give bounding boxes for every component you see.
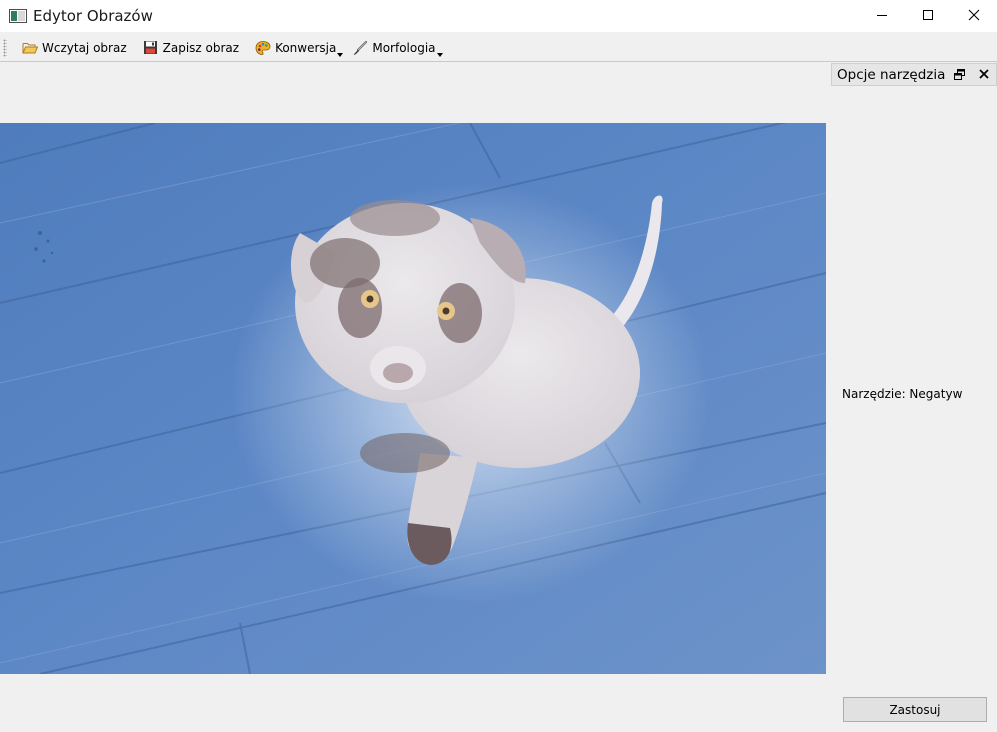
image-canvas[interactable] bbox=[0, 123, 826, 674]
main-toolbar: Wczytaj obraz Zapisz obraz Konwersja Mor… bbox=[0, 34, 997, 62]
dock-close-button[interactable] bbox=[978, 68, 990, 83]
float-window-icon bbox=[954, 69, 965, 80]
brush-icon bbox=[351, 40, 368, 56]
minimize-icon bbox=[877, 15, 887, 16]
current-tool-label: Narzędzie: Negatyw bbox=[842, 387, 963, 401]
window-controls bbox=[859, 0, 997, 32]
maximize-icon bbox=[923, 10, 933, 20]
morphology-label: Morfologia bbox=[372, 40, 436, 55]
close-button[interactable] bbox=[951, 0, 997, 30]
apply-button[interactable]: Zastosuj bbox=[843, 697, 987, 722]
dock-float-button[interactable] bbox=[954, 69, 965, 83]
close-icon bbox=[968, 9, 980, 21]
morphology-menu-button[interactable]: Morfologia bbox=[347, 37, 443, 59]
maximize-button[interactable] bbox=[905, 0, 951, 30]
load-image-button[interactable]: Wczytaj obraz bbox=[17, 37, 131, 59]
title-bar: Edytor Obrazów bbox=[0, 0, 997, 32]
dock-title: Opcje narzędzia bbox=[837, 66, 946, 83]
window-title: Edytor Obrazów bbox=[33, 7, 153, 25]
palette-icon bbox=[254, 40, 271, 56]
toolbar-grip[interactable] bbox=[3, 38, 7, 57]
conversion-menu-button[interactable]: Konwersja bbox=[250, 37, 344, 59]
app-icon bbox=[9, 9, 27, 23]
tool-options-dock-header: Opcje narzędzia bbox=[831, 63, 997, 86]
folder-open-icon bbox=[21, 40, 38, 56]
inverted-puppy-image bbox=[0, 123, 826, 674]
load-image-label: Wczytaj obraz bbox=[42, 40, 127, 55]
save-image-button[interactable]: Zapisz obraz bbox=[138, 37, 243, 59]
chevron-down-icon bbox=[436, 52, 443, 57]
save-icon bbox=[142, 40, 159, 56]
close-icon bbox=[979, 69, 989, 79]
chevron-down-icon bbox=[337, 52, 344, 57]
minimize-button[interactable] bbox=[859, 0, 905, 30]
save-image-label: Zapisz obraz bbox=[162, 40, 240, 55]
conversion-label: Konwersja bbox=[275, 40, 337, 55]
